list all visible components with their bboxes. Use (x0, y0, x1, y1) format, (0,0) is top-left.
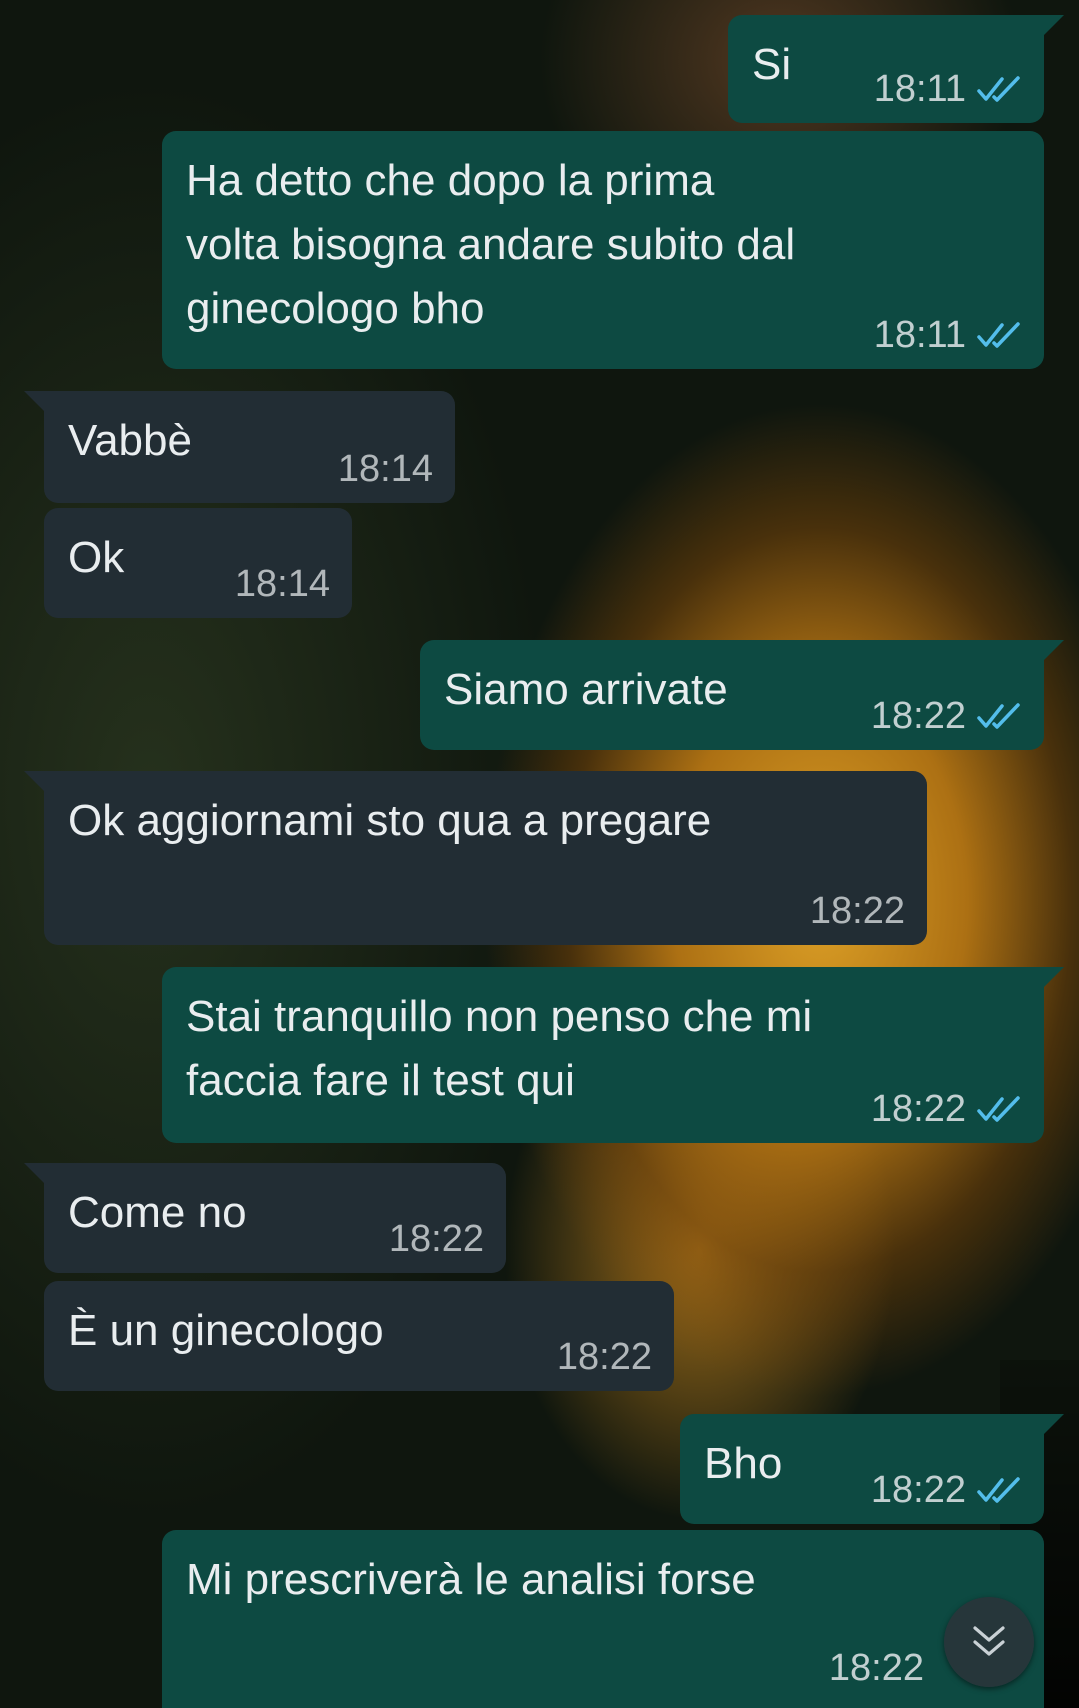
message-meta: 18:14 (235, 564, 330, 604)
double-check-icon (977, 1477, 1020, 1503)
message-meta: 18:22 (557, 1337, 652, 1377)
message-time: 18:22 (870, 1469, 966, 1511)
message-outgoing[interactable]: Ha detto che dopo la prima volta bisogna… (162, 131, 1044, 369)
message-incoming[interactable]: Vabbè 18:14 (24, 391, 455, 503)
double-check-icon (977, 76, 1020, 102)
message-meta: 18:22 (389, 1219, 484, 1259)
message-incoming[interactable]: È un ginecologo 18:22 (44, 1281, 674, 1391)
chevron-double-down-icon (973, 1626, 1005, 1656)
message-meta: 18:22 (871, 696, 1022, 736)
message-meta: 18:14 (338, 449, 433, 489)
message-meta: 18:11 (874, 69, 1022, 109)
message-incoming[interactable]: Ok 18:14 (44, 508, 352, 618)
message-incoming[interactable]: Come no 18:22 (24, 1163, 506, 1273)
message-time: 18:11 (873, 68, 966, 110)
message-text: Ok aggiornami sto qua a pregare (68, 796, 712, 845)
message-time: 18:22 (809, 890, 905, 932)
message-meta: 18:22 (829, 1648, 924, 1688)
message-time: 18:14 (234, 563, 330, 605)
message-text: Mi prescriverà le analisi forse (186, 1555, 756, 1604)
message-outgoing[interactable]: Stai tranquillo non penso che mi faccia … (162, 967, 1064, 1143)
message-meta: 18:11 (874, 315, 1022, 355)
message-meta: 18:22 (871, 1470, 1022, 1510)
message-incoming[interactable]: Ok aggiornami sto qua a pregare 18:22 (24, 771, 927, 945)
message-outgoing[interactable]: Siamo arrivate 18:22 (420, 640, 1064, 750)
message-time: 18:11 (873, 314, 966, 356)
message-outgoing[interactable]: Bho 18:22 (680, 1414, 1064, 1524)
message-outgoing[interactable]: Mi prescriverà le analisi forse 18:22 (162, 1530, 1044, 1708)
message-time: 18:22 (870, 1088, 966, 1130)
scroll-to-bottom-button[interactable] (944, 1597, 1034, 1687)
message-outgoing[interactable]: Si 18:11 (728, 15, 1064, 123)
message-time: 18:22 (870, 695, 966, 737)
message-time: 18:14 (337, 448, 433, 490)
message-time: 18:22 (388, 1218, 484, 1260)
message-meta: 18:22 (810, 891, 905, 931)
message-list[interactable]: Si 18:11 Ha detto che dopo la prima volt… (0, 0, 1079, 1708)
message-text: Ha detto che dopo la prima volta bisogna… (186, 156, 796, 333)
message-time: 18:22 (828, 1647, 924, 1689)
double-check-icon (977, 703, 1020, 729)
message-meta: 18:22 (871, 1089, 1022, 1129)
double-check-icon (977, 322, 1020, 348)
message-time: 18:22 (556, 1336, 652, 1378)
double-check-icon (977, 1096, 1020, 1122)
